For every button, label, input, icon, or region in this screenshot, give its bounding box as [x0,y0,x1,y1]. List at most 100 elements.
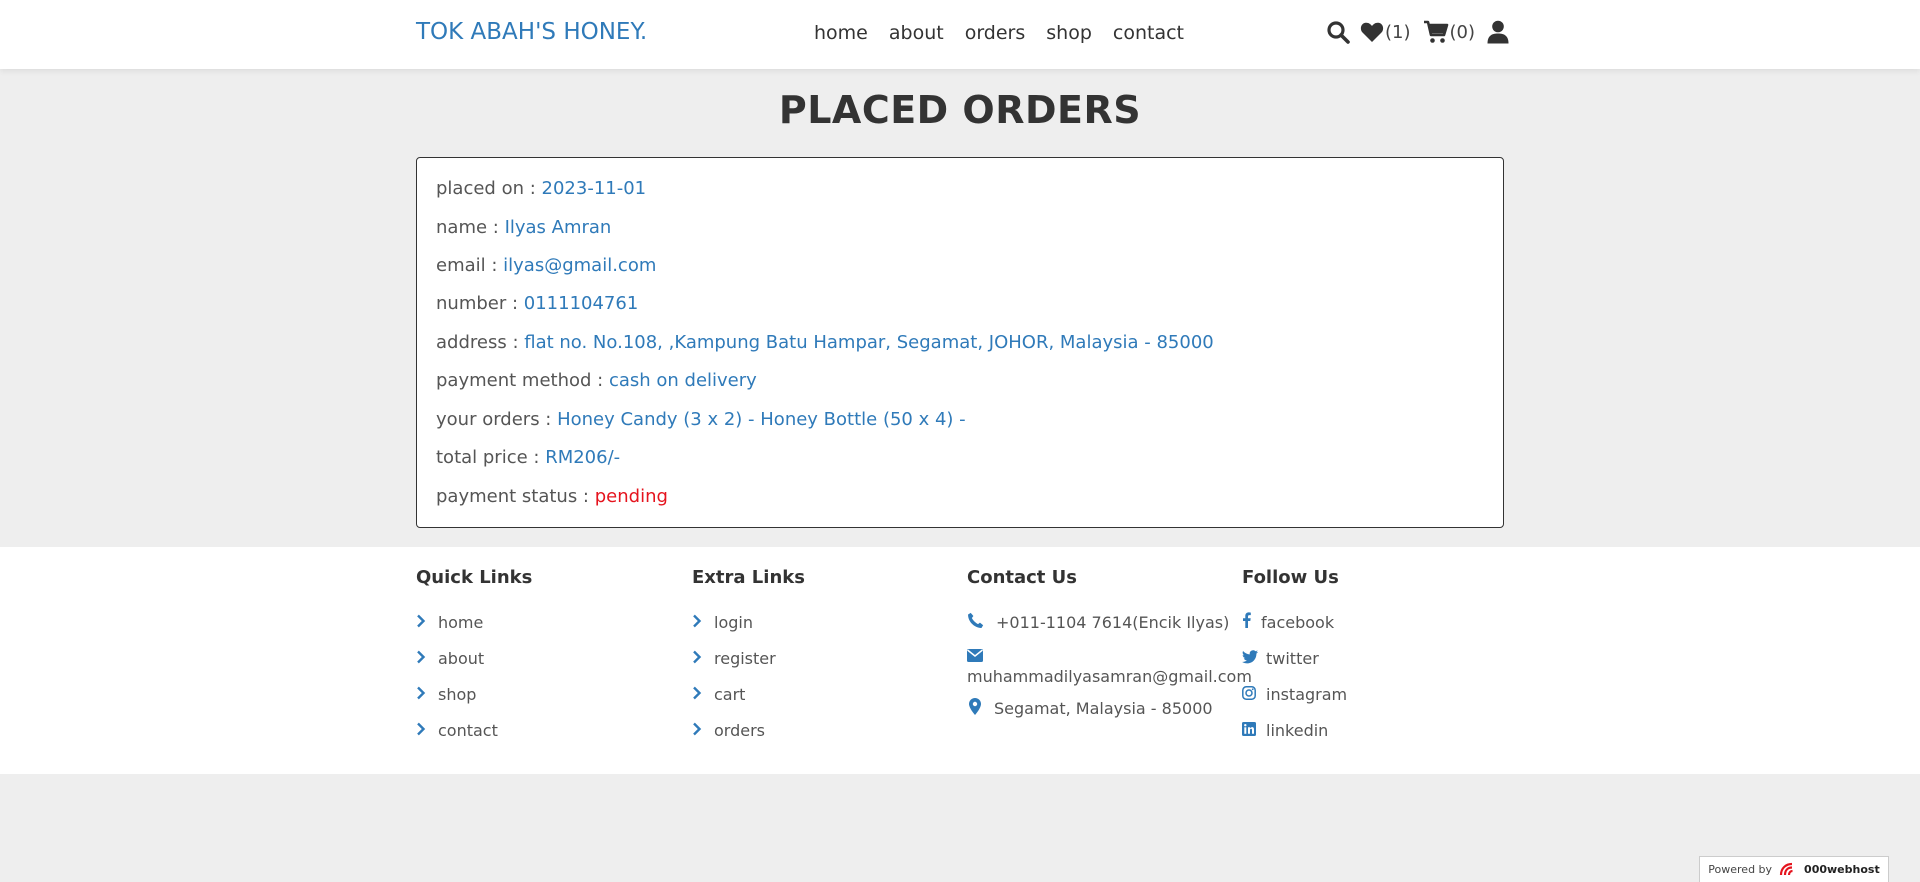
contact-email: muhammadilyasamran@gmail.com [967,646,1252,688]
address-value: flat no. No.108, ,Kampung Batu Hampar, S… [524,332,1214,353]
heart-icon [1360,21,1384,43]
main-nav: home about orders shop contact [814,22,1184,44]
social-label: linkedin [1266,720,1329,740]
social-label: facebook [1261,612,1335,632]
contact-title: Contact Us [967,567,1078,588]
nav-about[interactable]: about [889,22,944,44]
name-value: Ilyas Amran [504,217,612,238]
payment-status-label: payment status : [436,486,595,507]
webhost-logo-icon [1778,862,1800,878]
header-icons: (1) (0) [1326,20,1509,44]
footer-link-label: about [438,648,485,668]
social-facebook[interactable]: facebook [1242,604,1512,640]
social-instagram[interactable]: instagram [1242,676,1512,712]
footer-link-cart[interactable]: cart [692,676,962,712]
facebook-icon [1242,612,1261,632]
footer-link-label: home [438,612,484,632]
contact-location-text: Segamat, Malaysia - 85000 [994,698,1213,718]
chevron-right-icon [416,721,438,740]
contact-location: Segamat, Malaysia - 85000 [967,690,1237,726]
chevron-right-icon [692,721,714,740]
footer-link-label: cart [714,684,746,704]
placed-on-value: 2023-11-01 [541,178,647,199]
badge-powered-text: Powered by [1708,863,1773,876]
order-card: placed on : 2023-11-01 name : Ilyas Amra… [416,157,1504,528]
order-total-price: total price : RM206/- [436,447,620,468]
order-payment-status: payment status : pending [436,486,668,507]
order-placed-on: placed on : 2023-11-01 [436,178,646,199]
your-orders-value: Honey Candy (3 x 2) - Honey Bottle (50 x… [557,409,966,430]
contact-email-text: muhammadilyasamran@gmail.com [967,667,1252,686]
payment-method-label: payment method : [436,370,609,391]
social-label: twitter [1266,648,1319,668]
name-label: name : [436,217,505,238]
envelope-icon [967,646,1237,666]
footer-link-orders[interactable]: orders [692,712,962,748]
wishlist-link[interactable]: (1) [1360,21,1411,43]
your-orders-label: your orders : [436,409,558,430]
chevron-right-icon [692,685,714,704]
social-linkedin[interactable]: linkedin [1242,712,1512,748]
footer-link-home[interactable]: home [416,604,686,640]
footer-link-register[interactable]: register [692,640,962,676]
email-label: email : [436,255,504,276]
placed-on-label: placed on : [436,178,542,199]
order-email: email : ilyas@gmail.com [436,255,656,276]
footer-link-label: orders [714,720,765,740]
cart-link[interactable]: (0) [1423,20,1476,44]
footer-quick-links: Quick Links home about shop contact [416,567,686,748]
total-price-value: RM206/- [545,447,621,468]
footer-link-about[interactable]: about [416,640,686,676]
chevron-right-icon [416,649,438,668]
order-address: address : flat no. No.108, ,Kampung Batu… [436,332,1214,353]
extra-links-title: Extra Links [692,567,805,588]
phone-icon [967,612,996,633]
linkedin-icon [1242,721,1266,740]
follow-title: Follow Us [1242,567,1339,588]
footer-link-shop[interactable]: shop [416,676,686,712]
number-value: 0111104761 [523,293,639,314]
search-icon[interactable] [1326,20,1350,44]
logo[interactable]: TOK ABAH'S HONEY. [416,19,647,45]
contact-phone-text: +011-1104 7614(Encik Ilyas) [996,612,1230,632]
map-marker-icon [967,697,994,719]
header: TOK ABAH'S HONEY. home about orders shop… [0,0,1920,69]
quick-links-title: Quick Links [416,567,533,588]
wishlist-count: (1) [1385,21,1411,43]
nav-home[interactable]: home [814,22,868,44]
chevron-right-icon [416,613,438,632]
footer-extra-links: Extra Links login register cart orders [692,567,962,748]
cart-icon [1423,20,1449,44]
footer-link-label: contact [438,720,498,740]
footer-link-login[interactable]: login [692,604,962,640]
order-name: name : Ilyas Amran [436,217,611,238]
instagram-icon [1242,685,1266,704]
order-items: your orders : Honey Candy (3 x 2) - Hone… [436,409,966,430]
nav-contact[interactable]: contact [1113,22,1184,44]
number-label: number : [436,293,524,314]
cart-count: (0) [1449,21,1476,43]
payment-method-value: cash on delivery [608,370,757,391]
chevron-right-icon [416,685,438,704]
chevron-right-icon [692,649,714,668]
page-title: PLACED ORDERS [778,88,1142,132]
payment-status-badge: pending [594,486,668,507]
footer-follow: Follow Us facebook twitter instagram lin… [1242,567,1512,748]
social-twitter[interactable]: twitter [1242,640,1512,676]
social-label: instagram [1266,684,1348,704]
nav-orders[interactable]: orders [965,22,1026,44]
hosting-badge[interactable]: Powered by 000webhost [1699,856,1889,882]
footer-link-label: login [714,612,753,632]
chevron-right-icon [692,613,714,632]
footer-link-contact[interactable]: contact [416,712,686,748]
user-icon[interactable] [1487,20,1509,44]
badge-brand-text: 000webhost [1804,863,1880,876]
contact-phone: +011-1104 7614(Encik Ilyas) [967,604,1237,640]
footer-link-label: register [714,648,776,668]
total-price-label: total price : [436,447,546,468]
order-number: number : 0111104761 [436,293,638,314]
nav-shop[interactable]: shop [1046,22,1092,44]
footer-contact: Contact Us +011-1104 7614(Encik Ilyas) m… [967,567,1252,726]
address-label: address : [436,332,525,353]
footer-link-label: shop [438,684,477,704]
